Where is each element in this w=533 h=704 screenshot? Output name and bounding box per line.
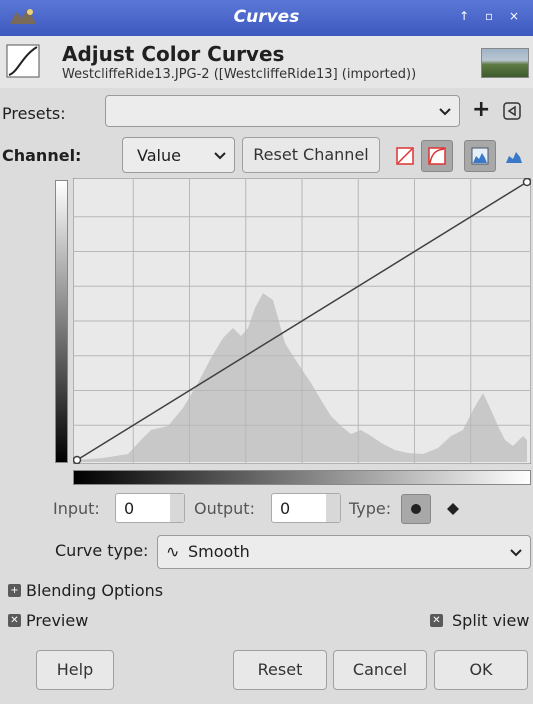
help-button[interactable]: Help bbox=[36, 650, 114, 690]
input-spinbutton[interactable]: 0 bbox=[115, 493, 185, 523]
preview-label: Preview bbox=[26, 611, 89, 630]
presets-combo[interactable] bbox=[105, 95, 460, 127]
curve-type-label: Curve type: bbox=[55, 541, 149, 560]
reset-button[interactable]: Reset bbox=[233, 650, 327, 690]
chevron-down-icon bbox=[214, 152, 226, 160]
curves-graph[interactable] bbox=[73, 178, 531, 464]
type-label: Type: bbox=[349, 499, 392, 518]
ok-button[interactable]: OK bbox=[434, 650, 528, 690]
blending-options-label: Blending Options bbox=[26, 581, 164, 600]
expander-icon: + bbox=[8, 584, 21, 597]
blending-options-expander[interactable]: + Blending Options bbox=[6, 581, 236, 603]
chevron-down-icon bbox=[439, 108, 451, 116]
channel-value: Value bbox=[137, 146, 181, 165]
preset-menu-icon[interactable] bbox=[503, 102, 521, 120]
title-bar: Curves ↑ ▫ × bbox=[0, 0, 533, 36]
checkbox-checked-icon: ✕ bbox=[430, 614, 443, 627]
histogram-icon bbox=[471, 147, 489, 165]
split-view-label: Split view bbox=[452, 611, 530, 630]
corner-point-icon[interactable] bbox=[446, 502, 460, 516]
output-label: Output: bbox=[194, 499, 255, 518]
input-label: Input: bbox=[53, 499, 100, 518]
image-thumbnail bbox=[481, 48, 529, 78]
checkbox-checked-icon: ✕ bbox=[8, 614, 21, 627]
linear-scale-icon bbox=[396, 147, 414, 165]
log-scale-icon bbox=[428, 147, 446, 165]
dialog-title: Adjust Color Curves bbox=[62, 42, 285, 66]
log-histogram-button[interactable] bbox=[421, 140, 453, 172]
curve-type-value: Smooth bbox=[188, 542, 250, 561]
output-gradient-bar bbox=[55, 180, 68, 463]
preview-checkbox[interactable]: ✕ Preview bbox=[6, 610, 146, 632]
curve-type-combo[interactable]: ∿ Smooth bbox=[157, 535, 531, 569]
histogram-overlay-button[interactable] bbox=[464, 140, 496, 172]
output-value: 0 bbox=[280, 499, 291, 518]
curves-icon bbox=[6, 44, 40, 78]
channel-label: Channel: bbox=[2, 146, 82, 165]
add-preset-button[interactable]: + bbox=[472, 97, 490, 122]
cancel-button[interactable]: Cancel bbox=[333, 650, 427, 690]
window-controls[interactable]: ↑ ▫ × bbox=[459, 9, 525, 23]
image-subtitle: WestcliffeRide13.JPG-2 ([WestcliffeRide1… bbox=[62, 67, 417, 82]
histogram-icon bbox=[506, 152, 522, 163]
spin-arrows[interactable] bbox=[170, 494, 184, 522]
split-view-checkbox[interactable]: ✕ Split view bbox=[428, 610, 533, 632]
output-spinbutton[interactable]: 0 bbox=[271, 493, 341, 523]
curve-control-point[interactable] bbox=[522, 178, 531, 187]
channel-combo[interactable]: Value bbox=[122, 137, 235, 173]
window-title: Curves bbox=[233, 7, 300, 27]
smooth-curve-icon: ∿ bbox=[166, 542, 180, 561]
point-smooth-icon bbox=[411, 504, 421, 514]
input-gradient-bar bbox=[73, 470, 531, 485]
reset-channel-button[interactable]: Reset Channel bbox=[242, 137, 380, 173]
histogram-fill-button[interactable] bbox=[498, 140, 530, 172]
spin-arrows[interactable] bbox=[326, 494, 340, 522]
linear-histogram-button[interactable] bbox=[389, 140, 421, 172]
chevron-down-icon bbox=[510, 549, 522, 557]
input-value: 0 bbox=[124, 499, 135, 518]
dialog-header: Adjust Color Curves WestcliffeRide13.JPG… bbox=[0, 36, 533, 88]
smooth-point-button[interactable] bbox=[401, 494, 431, 524]
curve-control-point[interactable] bbox=[73, 455, 82, 464]
presets-label: Presets: bbox=[2, 104, 66, 123]
